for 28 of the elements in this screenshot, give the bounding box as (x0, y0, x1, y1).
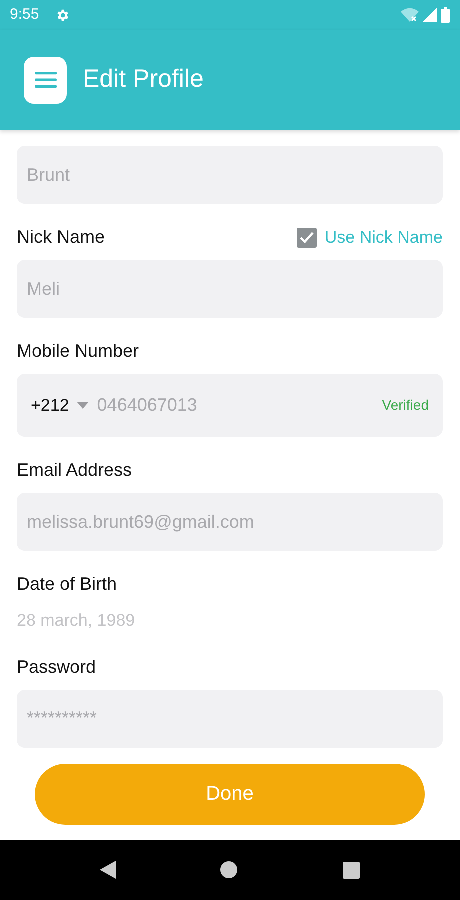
verified-label: Verified (382, 396, 429, 415)
input-field[interactable]: melissa.brunt69@gmail.com (17, 493, 443, 551)
input-field[interactable]: Meli (17, 260, 443, 318)
checkmark-icon (300, 232, 314, 244)
input-field[interactable]: Brunt (17, 146, 443, 204)
status-time: 9:55 (10, 4, 40, 25)
page-title: Edit Profile (83, 64, 204, 96)
field-label: Nick Name (17, 226, 106, 249)
caret-icon (77, 402, 90, 409)
country-code-dropdown[interactable]: +212 (31, 392, 90, 418)
input-field[interactable]: ********** (17, 690, 443, 748)
back-icon[interactable] (100, 861, 116, 879)
recents-icon[interactable] (342, 862, 360, 878)
field-label: Mobile Number (17, 340, 140, 363)
field-label: Date of Birth (17, 573, 118, 596)
field-label: Password (17, 656, 96, 678)
menu-icon (34, 72, 56, 88)
phone-number: 0464067013 (97, 394, 198, 417)
battery-icon (441, 7, 450, 23)
field-label: Email Address (17, 459, 132, 482)
home-icon[interactable] (220, 861, 238, 879)
done-button[interactable]: Done (35, 764, 425, 824)
signal-icon (423, 8, 437, 22)
settings-icon (55, 8, 70, 22)
date-value[interactable]: 28 march, 1989 (17, 608, 443, 634)
use-nick-name-checkbox[interactable]: Use Nick Name (296, 224, 443, 250)
phone-field[interactable]: +212 0464067013 Verified (17, 374, 443, 437)
wifi-icon (401, 8, 419, 22)
